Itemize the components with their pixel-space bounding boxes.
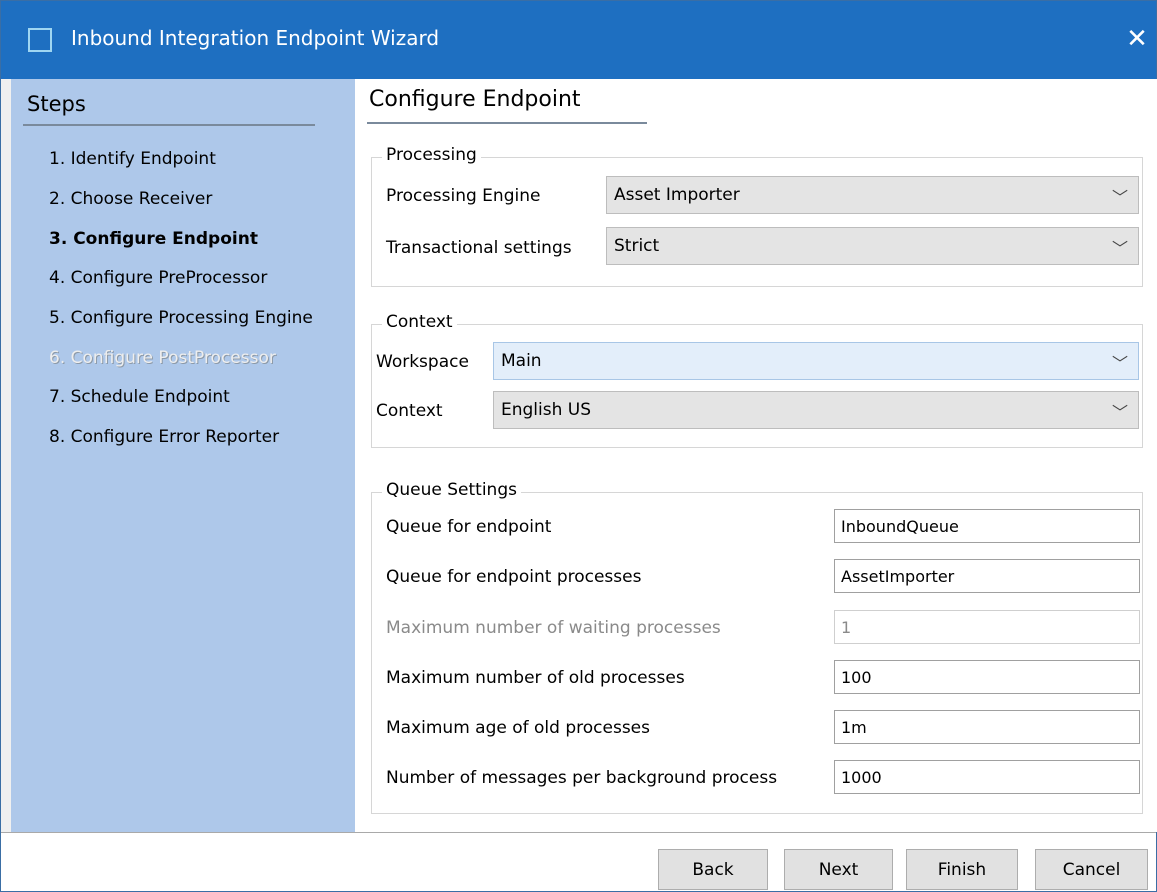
context-value: English US bbox=[501, 400, 592, 420]
finish-button[interactable]: Finish bbox=[906, 849, 1018, 890]
workspace-label: Workspace bbox=[376, 352, 469, 372]
back-button[interactable]: Back bbox=[658, 849, 768, 890]
transactional-settings-dropdown[interactable]: Strict ﹀ bbox=[606, 227, 1139, 265]
next-button[interactable]: Next bbox=[784, 849, 893, 890]
processing-engine-value: Asset Importer bbox=[614, 185, 740, 205]
context-label: Context bbox=[376, 401, 443, 421]
processing-group: Processing Processing Engine Asset Impor… bbox=[371, 145, 1143, 287]
button-bar: Back Next Finish Cancel bbox=[1, 833, 1156, 891]
processing-engine-label: Processing Engine bbox=[386, 186, 541, 206]
step-choose-receiver: 2. Choose Receiver bbox=[49, 189, 213, 209]
processing-legend: Processing bbox=[382, 145, 481, 165]
queue-settings-legend: Queue Settings bbox=[382, 480, 521, 500]
max-old-processes-field[interactable] bbox=[834, 660, 1140, 694]
queue-settings-group: Queue Settings Queue for endpoint Queue … bbox=[371, 480, 1143, 814]
queue-for-endpoint-label: Queue for endpoint bbox=[386, 517, 552, 537]
title-bar: Inbound Integration Endpoint Wizard ✕ bbox=[1, 1, 1156, 79]
window-title: Inbound Integration Endpoint Wizard bbox=[71, 26, 440, 50]
max-waiting-processes-label: Maximum number of waiting processes bbox=[386, 618, 721, 638]
queue-for-endpoint-field[interactable] bbox=[834, 509, 1140, 543]
max-waiting-processes-field bbox=[834, 610, 1140, 644]
chevron-down-icon: ﹀ bbox=[1111, 188, 1128, 207]
step-schedule-endpoint: 7. Schedule Endpoint bbox=[49, 387, 230, 407]
processing-engine-dropdown[interactable]: Asset Importer ﹀ bbox=[606, 176, 1139, 214]
messages-per-background-process-field[interactable] bbox=[834, 760, 1140, 794]
workspace-value: Main bbox=[501, 351, 542, 371]
page-title: Configure Endpoint bbox=[369, 87, 581, 112]
queue-for-endpoint-processes-field[interactable] bbox=[834, 559, 1140, 593]
steps-sidebar: Steps 1. Identify Endpoint 2. Choose Rec… bbox=[11, 79, 355, 832]
step-configure-postprocessor: 6. Configure PostProcessor bbox=[49, 348, 276, 368]
max-old-processes-label: Maximum number of old processes bbox=[386, 668, 685, 688]
max-age-old-processes-field[interactable] bbox=[834, 710, 1140, 744]
content-panel: Configure Endpoint Processing Processing… bbox=[355, 79, 1157, 832]
cancel-button[interactable]: Cancel bbox=[1035, 849, 1148, 890]
chevron-down-icon: ﹀ bbox=[1111, 354, 1128, 373]
transactional-settings-label: Transactional settings bbox=[386, 238, 572, 258]
workspace-dropdown[interactable]: Main ﹀ bbox=[493, 342, 1139, 380]
context-legend: Context bbox=[382, 312, 457, 332]
app-window-icon bbox=[28, 28, 52, 52]
step-configure-endpoint: 3. Configure Endpoint bbox=[49, 229, 258, 249]
wizard-window: Inbound Integration Endpoint Wizard ✕ St… bbox=[0, 0, 1157, 892]
chevron-down-icon: ﹀ bbox=[1111, 403, 1128, 422]
chevron-down-icon: ﹀ bbox=[1111, 239, 1128, 258]
page-title-divider bbox=[367, 122, 647, 124]
max-age-old-processes-label: Maximum age of old processes bbox=[386, 718, 650, 738]
context-group: Context Workspace Main ﹀ Context English… bbox=[371, 312, 1143, 448]
step-identify-endpoint: 1. Identify Endpoint bbox=[49, 149, 216, 169]
step-configure-preprocessor: 4. Configure PreProcessor bbox=[49, 268, 268, 288]
context-dropdown[interactable]: English US ﹀ bbox=[493, 391, 1139, 429]
step-configure-error-reporter: 8. Configure Error Reporter bbox=[49, 427, 280, 447]
step-configure-processing-engine: 5. Configure Processing Engine bbox=[49, 308, 313, 328]
close-icon[interactable]: ✕ bbox=[1118, 17, 1156, 61]
transactional-settings-value: Strict bbox=[614, 236, 660, 256]
steps-title: Steps bbox=[27, 92, 86, 116]
messages-per-background-process-label: Number of messages per background proces… bbox=[386, 768, 778, 788]
steps-divider bbox=[23, 124, 315, 126]
queue-for-endpoint-processes-label: Queue for endpoint processes bbox=[386, 567, 642, 587]
